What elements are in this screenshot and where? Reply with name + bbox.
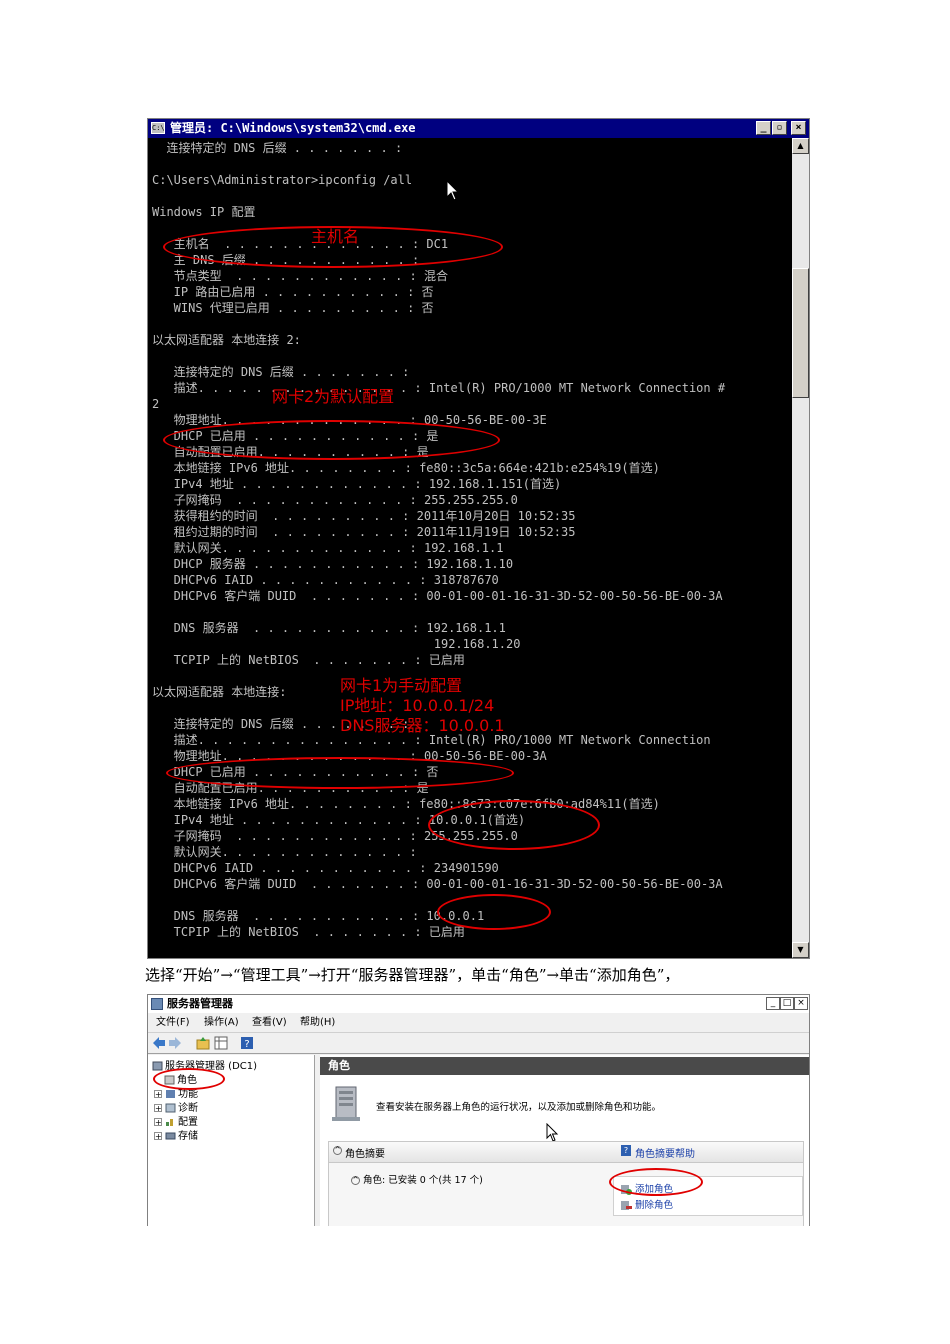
console-line: 连接特定的 DNS 后缀 . . . . . . . : [152, 141, 403, 155]
console-line: C:\Users\Administrator>ipconfig /all [152, 173, 413, 187]
minimize-button[interactable]: _ [756, 121, 771, 135]
configuration-icon [166, 1119, 173, 1126]
cmd-titlebar[interactable]: C:\ 管理员: C:\Windows\system32\cmd.exe _ ▫… [148, 119, 809, 138]
dhcp-enabled-highlight [163, 420, 500, 460]
roles-status: ^ 角色: 已安装 0 个(共 17 个) [351, 1175, 483, 1186]
console-line: IPv4 地址 . . . . . . . . . . . . : 192.16… [152, 477, 562, 491]
svg-text:?: ? [244, 1039, 249, 1050]
console-line: 以太网适配器 本地连接: [152, 685, 287, 699]
collapse-icon[interactable]: ^ [351, 1176, 360, 1185]
console-line: WINS 代理已启用 . . . . . . . . . : 否 [152, 301, 434, 315]
roles-summary-panel: ^ 角色摘要 ? 角色摘要帮助 ^ 角色: 已安装 0 个(共 17 个) 添加… [328, 1141, 804, 1226]
roles-summary-title: 角色摘要 [345, 1149, 385, 1160]
console-line: 2 [152, 397, 160, 411]
collapse-icon[interactable]: ^ [333, 1146, 342, 1155]
menu-file[interactable]: 文件(F) [156, 1014, 190, 1032]
console-line: DHCPv6 客户端 DUID . . . . . . . : 00-01-00… [152, 877, 723, 891]
console-line: 默认网关. . . . . . . . . . . . . : [152, 845, 417, 859]
diagnostics-icon [165, 1103, 176, 1113]
sm-toolbar: ? [148, 1033, 809, 1054]
console-line: 子网掩码 . . . . . . . . . . . . : 255.255.2… [152, 493, 518, 507]
console-line: DNS 服务器 . . . . . . . . . . . : 10.0.0.1 [152, 909, 485, 923]
expand-icon[interactable]: + [154, 1118, 162, 1127]
remove-roles-link[interactable]: 删除角色 [620, 1197, 673, 1211]
forward-arrow-icon[interactable] [168, 1036, 182, 1050]
console-line: TCPIP 上的 NetBIOS . . . . . . . : 已启用 [152, 925, 465, 939]
sm-minimize-button[interactable]: _ [766, 997, 780, 1010]
console-line: IP 路由已启用 . . . . . . . . . . : 否 [152, 285, 434, 299]
cmd-title: 管理员: C:\Windows\system32\cmd.exe [170, 121, 416, 135]
menu-help[interactable]: 帮助(H) [300, 1014, 335, 1032]
console-line: 本地链接 IPv6 地址. . . . . . . . : fe80::3c5a… [152, 461, 660, 475]
console-line: 默认网关. . . . . . . . . . . . . : 192.168.… [152, 541, 504, 555]
annotation-nic2: 网卡2为默认配置 [272, 387, 395, 406]
scroll-up-icon[interactable]: ▲ [792, 138, 809, 154]
server-manager-icon [151, 998, 163, 1010]
features-icon [166, 1090, 175, 1098]
remove-roles-icon [621, 1201, 632, 1210]
show-hide-console-tree-icon[interactable] [214, 1036, 228, 1050]
help-icon[interactable]: ? [240, 1036, 254, 1050]
back-arrow-icon[interactable] [152, 1036, 166, 1050]
roles-header: 角色 [320, 1057, 809, 1075]
console-line: 描述. . . . . . . . . . . . . . . : Intel(… [152, 381, 726, 395]
console-line: 连接特定的 DNS 后缀 . . . . . . . : [152, 365, 410, 379]
roles-summary-help-link[interactable]: 角色摘要帮助 [635, 1145, 695, 1160]
sm-menubar: 文件(F) 操作(A) 查看(V) 帮助(H) [148, 1014, 809, 1033]
console-line: 以太网适配器 本地连接 2: [152, 333, 301, 347]
menu-view[interactable]: 查看(V) [252, 1014, 287, 1032]
tree-item-configuration[interactable]: + 配置 [154, 1117, 198, 1129]
expand-icon[interactable]: + [154, 1104, 162, 1113]
console-line: 192.168.1.20 [152, 637, 521, 651]
sm-restore-button[interactable]: □ [780, 997, 794, 1010]
server-icon [152, 1061, 163, 1071]
restore-button[interactable]: ▫ [772, 121, 787, 135]
sm-title: 服务器管理器 [167, 997, 233, 1010]
close-button[interactable]: × [791, 121, 806, 135]
roles-highlight [153, 1068, 225, 1090]
console-line: DHCPv6 IAID . . . . . . . . . . . : 2349… [152, 861, 499, 875]
console-line: DNS 服务器 . . . . . . . . . . . : 192.168.… [152, 621, 506, 635]
cmd-icon: C:\ [151, 122, 165, 134]
up-folder-icon[interactable] [196, 1036, 210, 1050]
console-line: DHCPv6 IAID . . . . . . . . . . . : 3187… [152, 573, 499, 587]
cmd-scrollbar[interactable]: ▲ ▼ [792, 138, 809, 958]
tree-item-storage[interactable]: + 存储 [154, 1131, 198, 1143]
console-line: Windows IP 配置 [152, 205, 256, 219]
annotation-nic1-line1: 网卡1为手动配置 [340, 676, 463, 695]
dhcp-disabled-highlight [166, 757, 514, 789]
tree-item-diagnostics[interactable]: + 诊断 [154, 1103, 198, 1115]
mouse-cursor-icon [446, 180, 460, 201]
console-line: 租约过期的时间 . . . . . . . . . : 2011年11月19日 … [152, 525, 576, 539]
console-line: 获得租约的时间 . . . . . . . . . : 2011年10月20日 … [152, 509, 576, 523]
menu-action[interactable]: 操作(A) [204, 1014, 239, 1032]
roles-summary-header[interactable]: ^ 角色摘要 ? 角色摘要帮助 [329, 1142, 803, 1163]
sm-main-pane: 角色 查看安装在服务器上角色的运行状况，以及添加或删除角色和功能。 ^ 角色摘要… [320, 1055, 809, 1226]
ipv4-highlight [428, 800, 600, 850]
annotation-hostname: 主机名 [311, 227, 360, 246]
scroll-thumb[interactable] [792, 268, 809, 398]
tree-item-features[interactable]: + 功能 [154, 1089, 198, 1101]
add-roles-highlight [609, 1168, 703, 1196]
console-line: 节点类型 . . . . . . . . . . . . : 混合 [152, 269, 448, 283]
server-manager-window: 服务器管理器 _ □ × 文件(F) 操作(A) 查看(V) 帮助(H) ? 服… [147, 994, 810, 1226]
instruction-caption: 选择“开始”→“管理工具”→打开“服务器管理器”，单击“角色”→单击“添加角色”… [145, 966, 680, 984]
console-line: TCPIP 上的 NetBIOS . . . . . . . : 已启用 [152, 653, 465, 667]
console-line: DHCP 服务器 . . . . . . . . . . . : 192.168… [152, 557, 514, 571]
expand-icon[interactable]: + [154, 1132, 162, 1141]
scroll-down-icon[interactable]: ▼ [792, 942, 809, 958]
console-line: DHCPv6 客户端 DUID . . . . . . . : 00-01-00… [152, 589, 723, 603]
expand-icon[interactable]: + [154, 1090, 162, 1099]
sm-close-button[interactable]: × [794, 997, 808, 1010]
roles-description: 查看安装在服务器上角色的运行状况，以及添加或删除角色和功能。 [376, 1102, 662, 1113]
storage-icon [165, 1132, 176, 1140]
server-roles-icon [332, 1086, 360, 1121]
sm-titlebar[interactable]: 服务器管理器 _ □ × [148, 995, 809, 1013]
annotation-nic1-line2: IP地址：10.0.0.1/24 [340, 696, 495, 715]
dns-server-highlight [437, 894, 551, 930]
annotation-nic1-line3: DNS服务器：10.0.0.1 [340, 716, 505, 735]
help-icon: ? [621, 1145, 631, 1156]
mouse-cursor-icon [546, 1123, 559, 1142]
